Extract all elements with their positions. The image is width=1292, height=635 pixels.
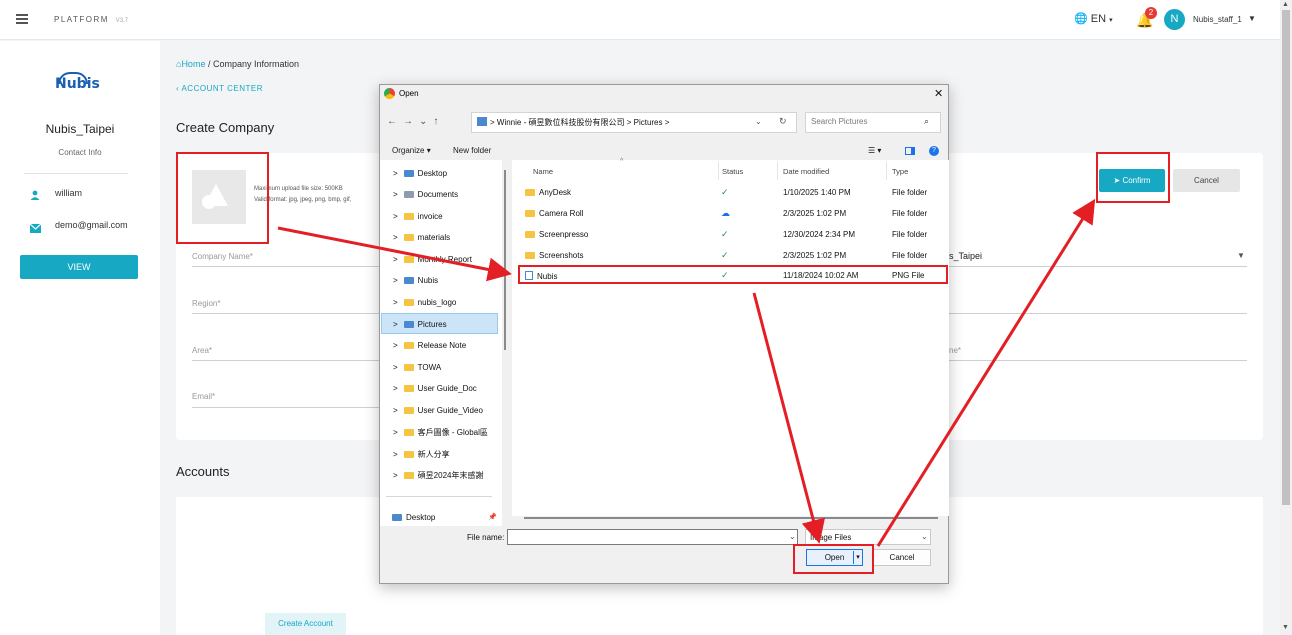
arrow-open-to-confirm: [876, 198, 1096, 547]
annotation-arrows: [277, 198, 1096, 547]
arrow-file-to-open: [752, 292, 826, 544]
arrow-upload-to-file: [277, 226, 512, 282]
